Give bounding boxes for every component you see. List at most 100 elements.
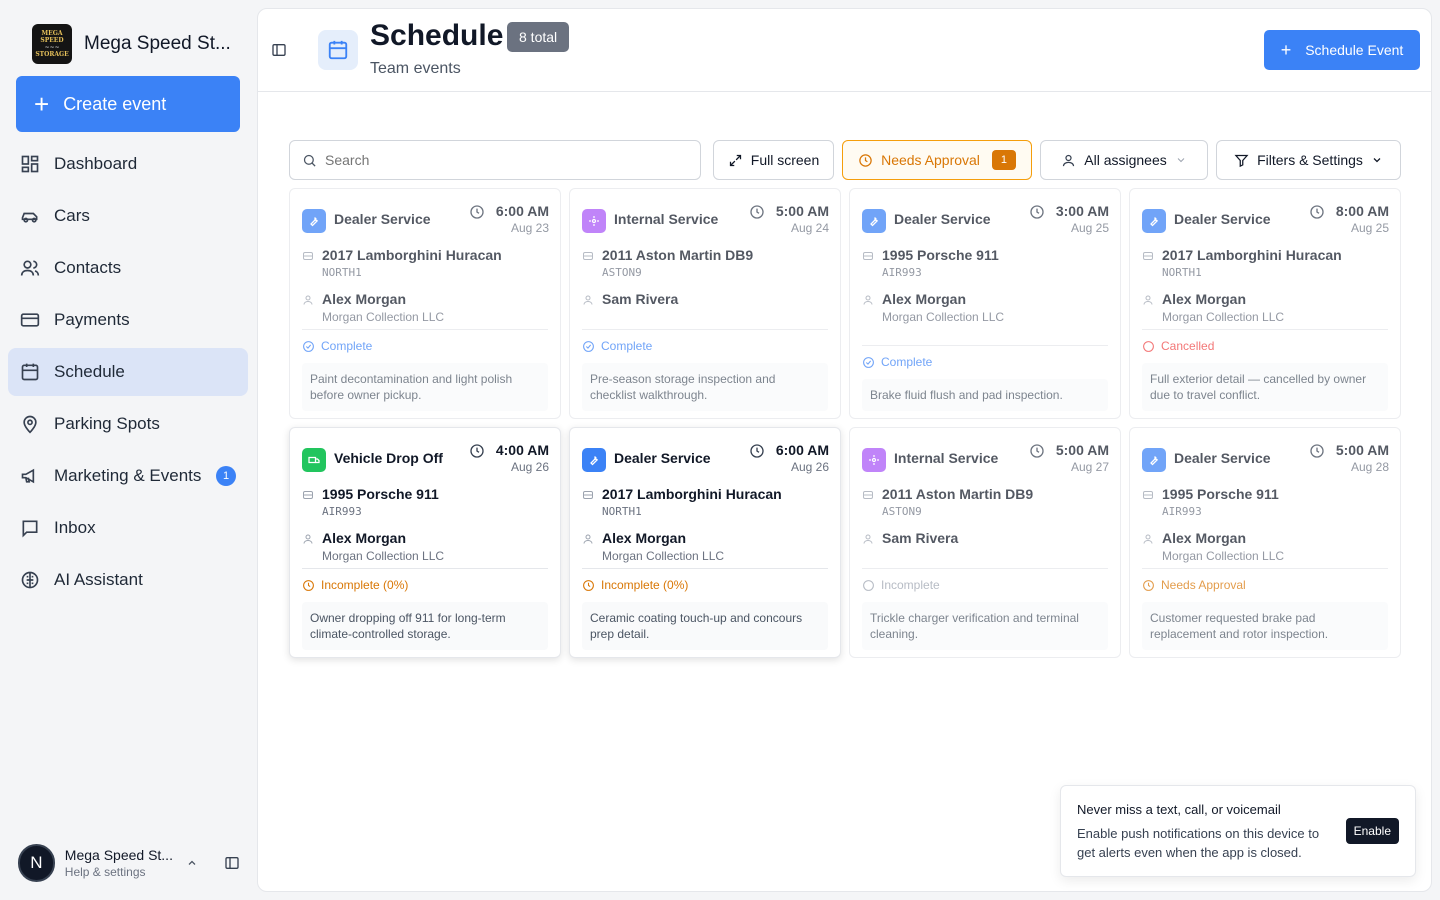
- event-card[interactable]: Dealer Service 3:00 AM Aug 25 1995 Porsc…: [849, 188, 1121, 419]
- event-time: 8:00 AM: [1335, 203, 1389, 219]
- sidebar-item-payments[interactable]: Payments: [8, 296, 248, 344]
- event-status: Cancelled: [1142, 339, 1214, 353]
- event-car: 1995 Porsche 911: [1162, 486, 1279, 502]
- event-car: 2017 Lamborghini Huracan: [322, 247, 502, 263]
- avatar: N: [18, 844, 55, 882]
- sidebar-item-dashboard[interactable]: Dashboard: [8, 140, 248, 188]
- event-card[interactable]: Dealer Service 6:00 AM Aug 23 2017 Lambo…: [289, 188, 561, 419]
- plus-icon: +: [34, 89, 50, 119]
- user-icon: [303, 534, 313, 544]
- dealer-type-icon: [302, 209, 326, 233]
- user-icon: [1063, 154, 1075, 166]
- filters-settings-button[interactable]: Filters & Settings: [1216, 140, 1401, 180]
- clock-icon: [1030, 444, 1044, 458]
- notification-toast: Never miss a text, call, or voicemail En…: [1060, 785, 1416, 877]
- search-icon: [303, 154, 316, 167]
- megaphone-icon: [21, 468, 35, 484]
- assignees-dropdown[interactable]: All assignees: [1040, 140, 1208, 180]
- user-menu[interactable]: N Mega Speed St... Help & settings: [18, 842, 240, 884]
- plus-icon: +: [1280, 39, 1292, 60]
- clock-icon: [1310, 205, 1324, 219]
- sidebar-item-label: Parking Spots: [54, 414, 160, 433]
- user-icon: [1143, 295, 1153, 305]
- event-time: 3:00 AM: [1055, 203, 1109, 219]
- internal-type-icon: [582, 209, 606, 233]
- divider: [302, 329, 548, 330]
- search-input[interactable]: [325, 152, 685, 168]
- user-icon: [303, 295, 313, 305]
- event-note: Ceramic coating touch-up and concours pr…: [582, 602, 828, 650]
- event-person: Alex Morgan: [1162, 530, 1247, 546]
- schedule-event-button[interactable]: + Schedule Event: [1264, 30, 1420, 70]
- event-status-label: Complete: [601, 339, 653, 353]
- credit-card-icon: [20, 313, 40, 327]
- user-info: Mega Speed St... Help & settings: [65, 847, 179, 879]
- event-card[interactable]: Dealer Service 6:00 AM Aug 26 2017 Lambo…: [569, 427, 841, 658]
- car-icon: [21, 212, 38, 223]
- notification-badge: 1: [216, 466, 236, 486]
- dealer-type-icon: [1142, 209, 1166, 233]
- brand-logo: MEGA SPEED ~~~ STORAGE: [32, 24, 72, 64]
- dealer-type-icon: [1142, 448, 1166, 472]
- event-type: Dealer Service: [1174, 450, 1271, 466]
- event-type: Dealer Service: [334, 211, 431, 227]
- main-panel: Schedule 8 total Team events + Schedule …: [257, 8, 1432, 892]
- event-card[interactable]: Internal Service 5:00 AM Aug 24 2011 Ast…: [569, 188, 841, 419]
- event-date: Aug 26: [510, 460, 549, 474]
- event-status-label: Complete: [321, 339, 373, 353]
- event-note: Trickle charger verification and termina…: [862, 602, 1108, 650]
- chevron-up-icon[interactable]: [185, 857, 200, 869]
- event-note: Full exterior detail — cancelled by owne…: [1142, 363, 1388, 411]
- assignees-label: All assignees: [1084, 152, 1167, 168]
- sidebar-item-cars[interactable]: Cars: [8, 192, 248, 240]
- clock-icon: [1143, 579, 1154, 591]
- sidebar: MEGA SPEED ~~~ STORAGE Mega Speed St... + …: [0, 0, 256, 900]
- sidebar-item-inbox[interactable]: Inbox: [8, 504, 248, 552]
- event-company: Morgan Collection LLC: [1162, 310, 1285, 324]
- sidebar-toggle-icon[interactable]: [270, 41, 288, 59]
- event-person: Alex Morgan: [602, 530, 687, 546]
- divider: [582, 329, 828, 330]
- divider: [1142, 568, 1388, 569]
- needs-approval-button[interactable]: Needs Approval 1: [842, 140, 1032, 180]
- car-icon: [583, 252, 593, 260]
- event-person: Alex Morgan: [322, 530, 407, 546]
- event-type: Internal Service: [894, 450, 999, 466]
- clock-icon: [1310, 444, 1324, 458]
- sidebar-item-schedule[interactable]: Schedule: [8, 348, 248, 396]
- user-icon: [863, 295, 873, 305]
- sidebar-item-ai-assistant[interactable]: AI Assistant: [8, 556, 248, 604]
- event-card[interactable]: Vehicle Drop Off 4:00 AM Aug 26 1995 Por…: [289, 427, 561, 658]
- dealer-type-icon: [862, 209, 886, 233]
- sidebar-item-contacts[interactable]: Contacts: [8, 244, 248, 292]
- event-company: Morgan Collection LLC: [322, 549, 445, 563]
- event-car: 2017 Lamborghini Huracan: [1162, 247, 1342, 263]
- car-icon: [1143, 491, 1153, 499]
- event-card[interactable]: Dealer Service 8:00 AM Aug 25 2017 Lambo…: [1129, 188, 1401, 419]
- event-plate: NORTH1: [322, 266, 362, 279]
- chevron-down-icon: [1373, 158, 1381, 163]
- clock-icon: [470, 444, 484, 458]
- event-person: Alex Morgan: [1162, 291, 1247, 307]
- sidebar-item-marketing-events[interactable]: Marketing & Events 1: [8, 452, 248, 500]
- event-plate: AIR993: [1162, 505, 1202, 518]
- event-card[interactable]: Dealer Service 5:00 AM Aug 28 1995 Porsc…: [1129, 427, 1401, 658]
- schedule-event-label: Schedule Event: [1305, 42, 1404, 58]
- create-event-button[interactable]: + Create event: [16, 76, 240, 132]
- event-car: 2011 Aston Martin DB9: [602, 247, 754, 263]
- total-badge: 8 total: [507, 22, 570, 52]
- enable-notifications-button[interactable]: Enable: [1345, 818, 1399, 844]
- divider: [1142, 329, 1388, 330]
- sidebar-collapse-icon[interactable]: [224, 855, 240, 871]
- event-card[interactable]: Internal Service 5:00 AM Aug 27 2011 Ast…: [849, 427, 1121, 658]
- event-time: 5:00 AM: [775, 203, 829, 219]
- brand[interactable]: MEGA SPEED ~~~ STORAGE Mega Speed St...: [32, 24, 231, 64]
- event-type: Dealer Service: [894, 211, 991, 227]
- divider: [862, 568, 1108, 569]
- sidebar-item-parking-spots[interactable]: Parking Spots: [8, 400, 248, 448]
- divider: [582, 568, 828, 569]
- clock-icon: [470, 205, 484, 219]
- fullscreen-button[interactable]: Full screen: [713, 140, 834, 180]
- event-time: 5:00 AM: [1335, 442, 1389, 458]
- map-pin-icon: [23, 415, 37, 434]
